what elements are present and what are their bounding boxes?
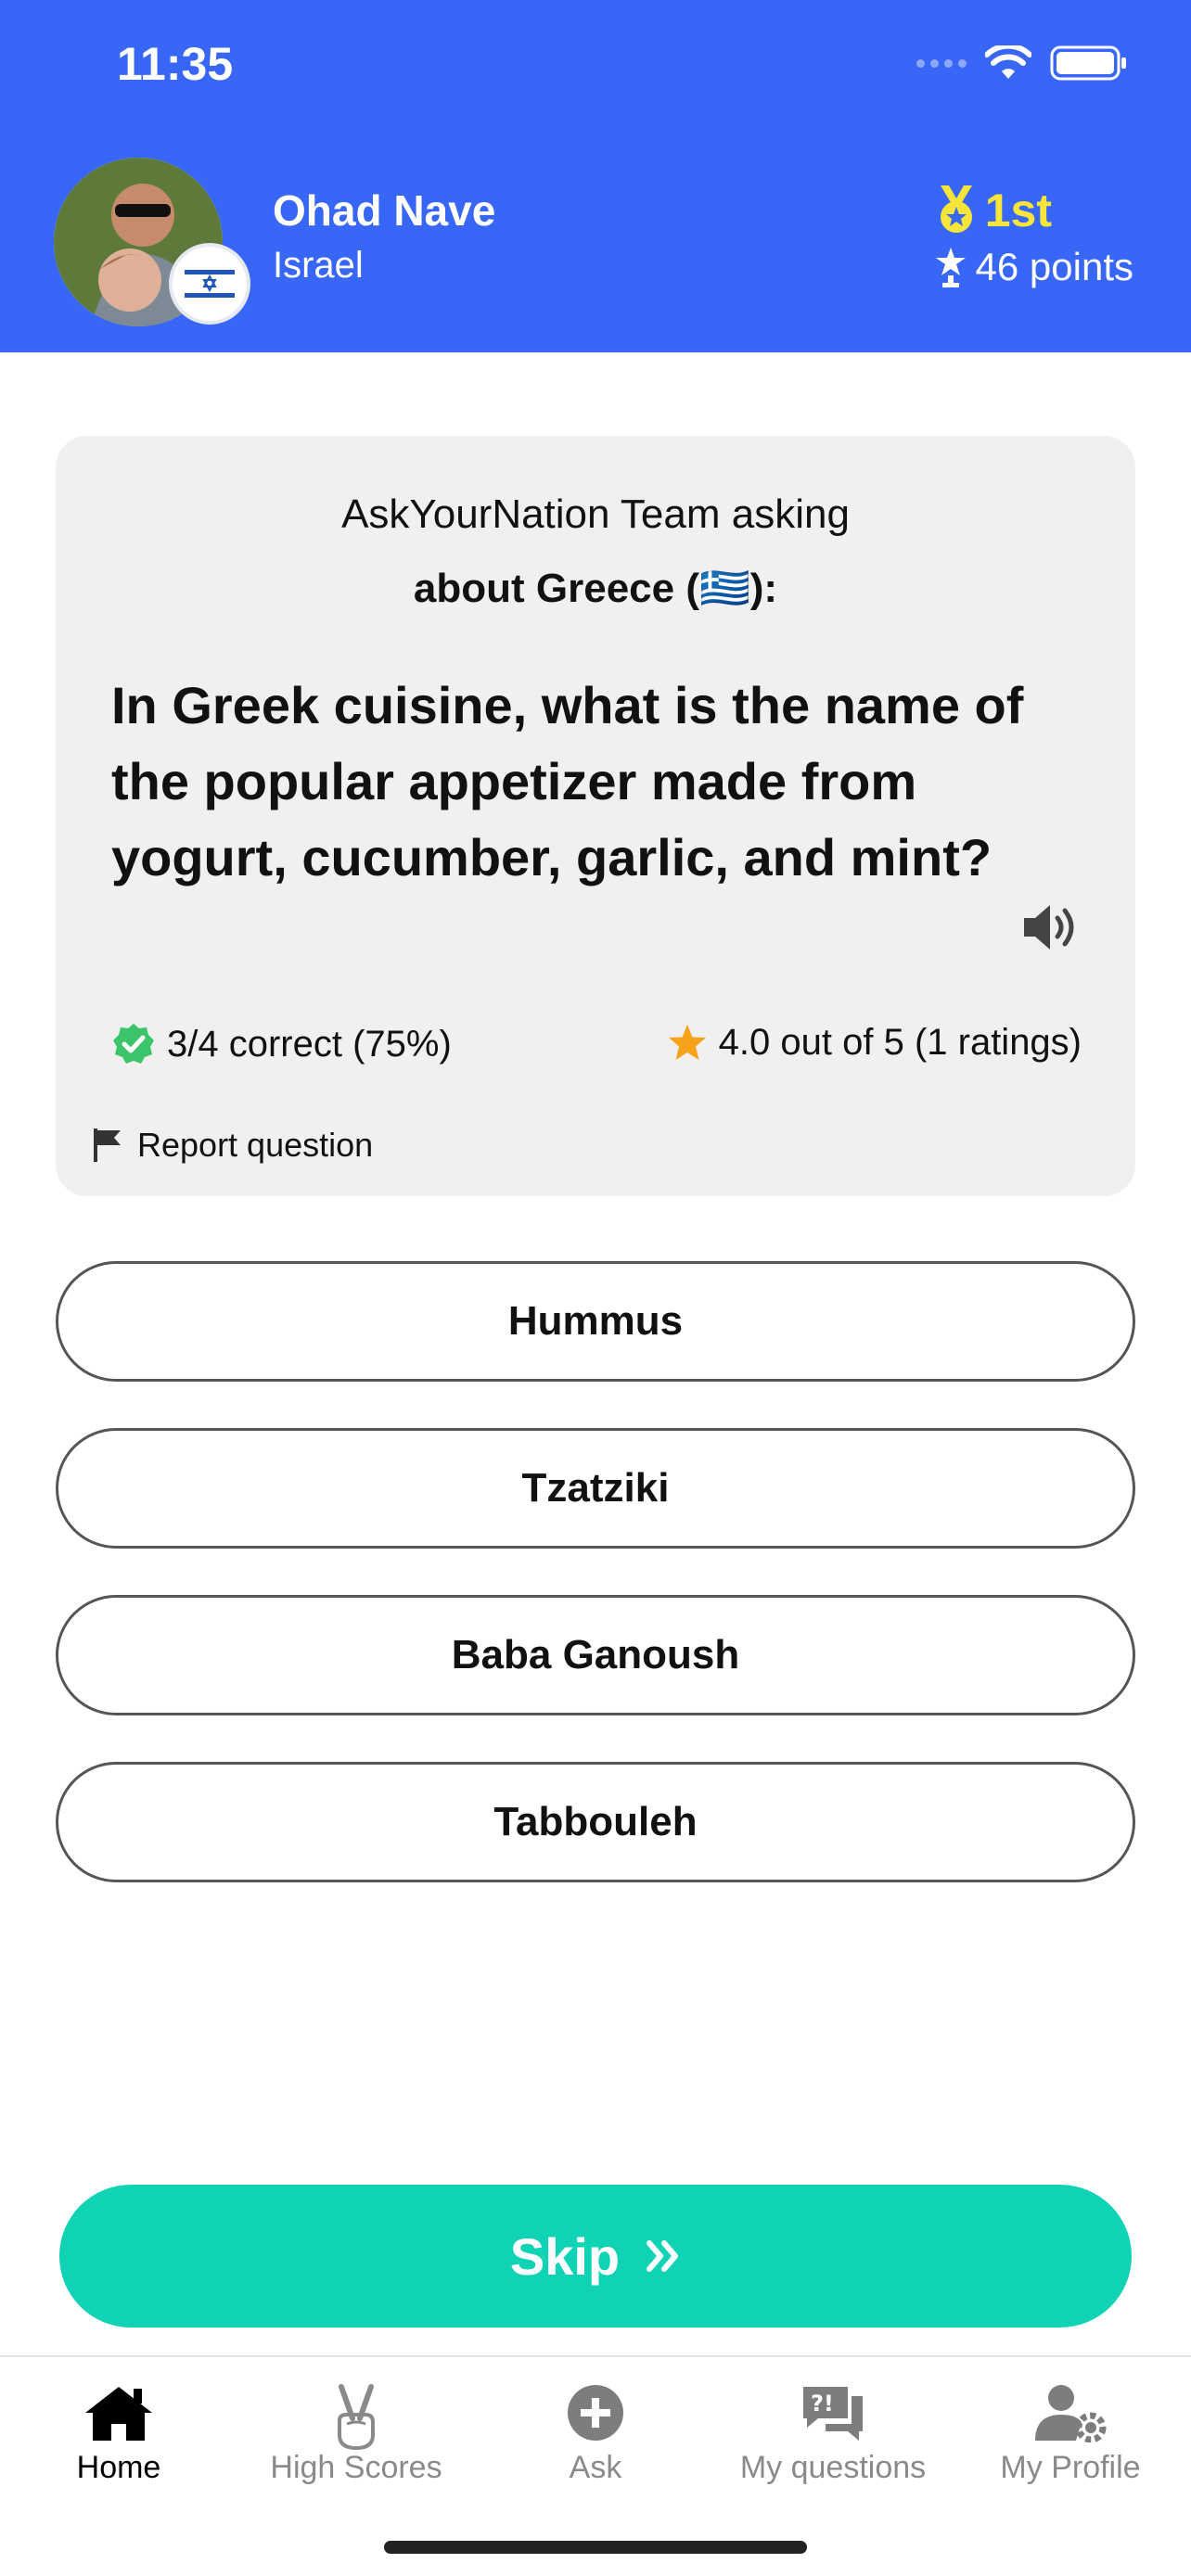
victory-hand-icon: [338, 2384, 375, 2450]
star-trophy-icon: [935, 248, 966, 287]
tab-home[interactable]: Home: [0, 2357, 237, 2496]
tab-my-profile[interactable]: My Profile: [952, 2357, 1189, 2496]
flag-icon: [94, 1129, 121, 1162]
status-time: 11:35: [117, 38, 234, 90]
profile-header: 11:35 Ohad Nave Israel 1st 46 points: [0, 0, 1191, 352]
plus-circle-icon: [568, 2385, 623, 2441]
user-country: Israel: [273, 245, 364, 286]
speaker-icon[interactable]: [1022, 901, 1080, 953]
rating: 4.0 out of 5 (1 ratings): [667, 1022, 1082, 1064]
tab-home-label: Home: [76, 2450, 161, 2485]
wifi-icon: [985, 45, 1031, 79]
report-question-button[interactable]: Report question: [91, 1126, 373, 1165]
home-icon: [85, 2387, 152, 2441]
asker-label: AskYourNation Team asking: [341, 491, 850, 537]
verified-check-icon: [113, 1024, 154, 1064]
skip-label: Skip: [509, 2226, 621, 2286]
points-label: 46 points: [975, 245, 1133, 288]
home-indicator[interactable]: [384, 2541, 807, 2554]
signal-icon: [916, 58, 967, 68]
star-icon: [668, 1024, 706, 1060]
correct-stats-label: 3/4 correct (75%): [167, 1023, 452, 1065]
user-name: Ohad Nave: [273, 186, 496, 235]
about-country-label: about Greece (🇬🇷):: [413, 566, 778, 611]
question-card: AskYourNation Team asking about Greece (…: [56, 436, 1135, 1196]
report-question-label: Report question: [137, 1126, 374, 1164]
correct-stats: 3/4 correct (75%): [111, 1022, 452, 1066]
battery-icon: [1050, 45, 1126, 81]
status-icons: [916, 45, 1128, 82]
double-chevron-right-icon: [647, 2240, 679, 2272]
tab-my-questions-label: My questions: [739, 2450, 927, 2485]
question-text: In Greek cuisine, what is the name of th…: [111, 676, 1024, 886]
tab-my-profile-label: My Profile: [1000, 2450, 1141, 2485]
tab-my-questions[interactable]: ?! My questions: [714, 2357, 952, 2496]
rank: 1st: [933, 184, 1052, 237]
skip-button[interactable]: Skip: [59, 2185, 1132, 2327]
points: 46 points: [935, 245, 1133, 289]
tab-ask-label: Ask: [569, 2450, 622, 2485]
answer-option-3[interactable]: Baba Ganoush: [56, 1595, 1135, 1715]
user-gear-icon: [1035, 2385, 1107, 2442]
israel-flag-icon: [169, 243, 250, 325]
question-chat-icon: ?!: [803, 2387, 863, 2441]
medal-icon: [940, 185, 972, 233]
answer-option-4[interactable]: Tabbouleh: [56, 1762, 1135, 1882]
rating-label: 4.0 out of 5 (1 ratings): [718, 1022, 1082, 1063]
tab-ask[interactable]: Ask: [477, 2357, 714, 2496]
tab-high-scores[interactable]: High Scores: [237, 2357, 475, 2496]
answer-option-1[interactable]: Hummus: [56, 1261, 1135, 1382]
svg-text:?!: ?!: [811, 2391, 834, 2417]
rank-label: 1st: [984, 185, 1052, 236]
answer-option-2[interactable]: Tzatziki: [56, 1428, 1135, 1549]
tab-high-scores-label: High Scores: [270, 2450, 442, 2485]
